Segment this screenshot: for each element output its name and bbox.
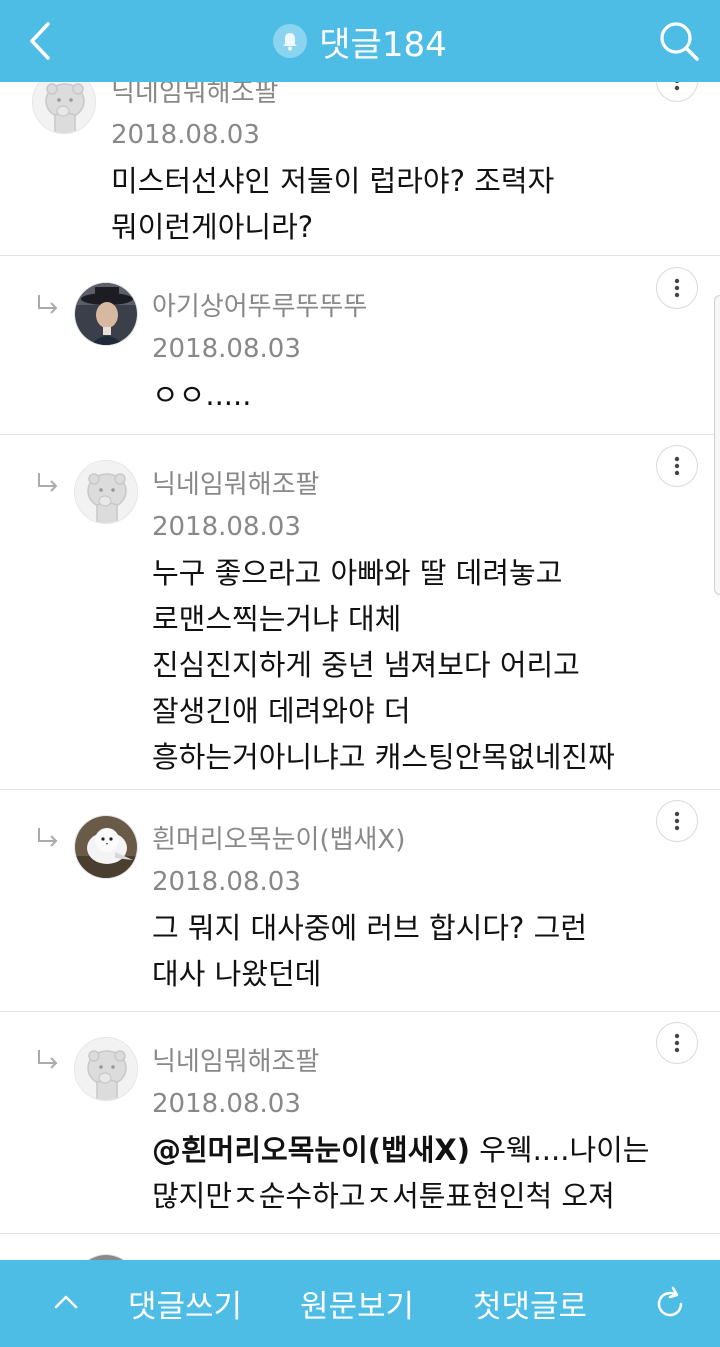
default-avatar-icon: [75, 1038, 137, 1100]
comment-nickname[interactable]: 흰머리오목눈이(뱁새X): [152, 819, 405, 856]
comment-list[interactable]: 닉네임뭐해조팔 2018.08.03 미스터선샤인 저둘이 럽라야? 조력자 뭐…: [0, 82, 720, 1260]
comment-line: 로맨스찍는거냐 대체: [152, 602, 402, 636]
comment-item: 닉네임뭐해조팔 2018.08.03 미스터선샤인 저둘이 럽라야? 조력자 뭐…: [0, 82, 720, 256]
more-options-button[interactable]: [656, 800, 698, 842]
more-options-button[interactable]: [656, 445, 698, 487]
comment-line: @흰머리오목눈이(뱁새X) 우웩....나이는: [152, 1127, 650, 1173]
page-title: 댓글184: [319, 24, 447, 65]
photo-avatar-icon: [75, 283, 137, 345]
reply-arrow-icon: [38, 1050, 58, 1069]
photo-avatar-icon: [75, 816, 137, 878]
view-original-button[interactable]: 원문보기: [300, 1260, 414, 1347]
comment-item: 흰머리오목눈이(뱁새X) 2018.08.03 그 뭐지 대사중에 러브 합시다…: [0, 790, 720, 1012]
comment-nickname[interactable]: 닉네임뭐해조팔: [152, 1041, 319, 1078]
default-avatar-icon: [75, 461, 137, 523]
more-vertical-icon: [674, 456, 680, 476]
comment-nickname[interactable]: 아기상어뚜루뚜뚜뚜: [152, 286, 367, 323]
avatar[interactable]: [74, 282, 138, 346]
default-avatar-icon: [33, 82, 95, 133]
comment-nickname[interactable]: 닉네임뭐해조팔: [152, 464, 319, 501]
more-options-button[interactable]: [656, 1022, 698, 1064]
comment-line: 누구 좋으라고 아빠와 딸 데려놓고: [152, 556, 563, 590]
comment-item: [0, 1234, 720, 1260]
chevron-up-icon: [54, 1295, 78, 1309]
first-comment-button[interactable]: 첫댓글로: [473, 1260, 587, 1347]
comment-line: 잘생긴애 데려와야 더: [152, 694, 411, 728]
scrollbar[interactable]: [714, 295, 720, 595]
mention-link[interactable]: @흰머리오목눈이(뱁새X): [152, 1133, 470, 1167]
bottom-action-bar: 댓글쓰기 원문보기 첫댓글로: [0, 1260, 720, 1347]
comment-line: 뭐이런게아니라?: [111, 210, 314, 244]
comment-nickname[interactable]: 닉네임뭐해조팔: [111, 82, 278, 109]
top-app-bar: 댓글184: [0, 0, 720, 82]
avatar[interactable]: [74, 460, 138, 524]
comment-line: 미스터선샤인 저둘이 럽라야? 조력자: [111, 164, 555, 198]
comment-body: 누구 좋으라고 아빠와 딸 데려놓고 로맨스찍는거냐 대체 진심진지하게 중년 …: [152, 550, 615, 780]
comment-line: 진심진지하게 중년 냄져보다 어리고: [152, 648, 580, 682]
comment-line: 대사 나왔던데: [152, 957, 322, 991]
comment-body: ㅇㅇ.....: [152, 372, 251, 418]
comment-date: 2018.08.03: [152, 867, 301, 897]
reply-arrow-icon: [38, 473, 58, 492]
more-vertical-icon: [674, 82, 680, 91]
reply-arrow-icon: [38, 828, 58, 847]
more-options-button[interactable]: [656, 267, 698, 309]
refresh-icon: [657, 1286, 683, 1317]
comment-item: 닉네임뭐해조팔 2018.08.03 누구 좋으라고 아빠와 딸 데려놓고 로맨…: [0, 435, 720, 790]
search-button[interactable]: [654, 12, 704, 70]
comment-item: 닉네임뭐해조팔 2018.08.03 @흰머리오목눈이(뱁새X) 우웩....나…: [0, 1012, 720, 1234]
comment-line: 그 뭐지 대사중에 러브 합시다? 그런: [152, 911, 588, 945]
more-vertical-icon: [674, 1033, 680, 1053]
search-icon: [660, 22, 699, 61]
header-title-group: 댓글184: [0, 0, 720, 82]
comment-date: 2018.08.03: [152, 512, 301, 542]
comment-date: 2018.08.03: [152, 1089, 301, 1119]
avatar[interactable]: [74, 815, 138, 879]
comment-line: ㅇㅇ.....: [152, 378, 252, 412]
comment-date: 2018.08.03: [111, 120, 260, 150]
avatar[interactable]: [74, 1037, 138, 1101]
bell-icon[interactable]: [273, 24, 308, 58]
comment-text: 우웩....나이는: [470, 1133, 650, 1167]
more-options-button[interactable]: [656, 82, 698, 102]
comment-body: 그 뭐지 대사중에 러브 합시다? 그런 대사 나왔던데: [152, 905, 587, 997]
comment-line: 흥하는거아니냐고 캐스팅안목없네진짜: [152, 740, 615, 774]
more-vertical-icon: [674, 278, 680, 298]
avatar[interactable]: [32, 82, 96, 134]
comment-body: 미스터선샤인 저둘이 럽라야? 조력자 뭐이런게아니라?: [111, 158, 554, 250]
comment-date: 2018.08.03: [152, 334, 301, 364]
comment-body: @흰머리오목눈이(뱁새X) 우웩....나이는 많지만ㅈ순수하고ㅈ서툰표현인척 …: [152, 1127, 650, 1219]
more-vertical-icon: [674, 811, 680, 831]
comment-item: 아기상어뚜루뚜뚜뚜 2018.08.03 ㅇㅇ.....: [0, 257, 720, 435]
comment-line: 많지만ㅈ순수하고ㅈ서툰표현인척 오져: [152, 1179, 615, 1213]
write-comment-button[interactable]: 댓글쓰기: [128, 1260, 242, 1347]
refresh-button[interactable]: [650, 1284, 690, 1324]
reply-arrow-icon: [38, 295, 58, 314]
scroll-top-button[interactable]: [46, 1282, 86, 1322]
